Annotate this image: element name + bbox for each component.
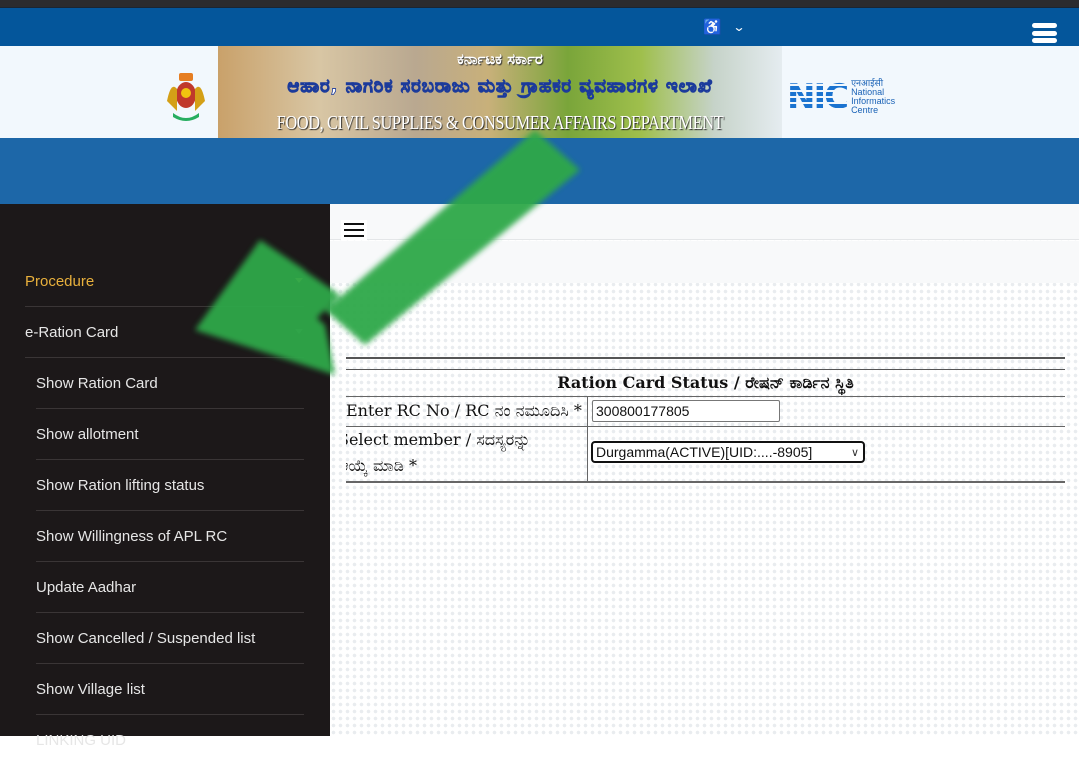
member-label: Select member / ಸದಸ್ಯರನ್ನು ಆಯ್ಕೆ ಮಾಡಿ *	[346, 427, 588, 481]
sidebar-item-linking-uid[interactable]: LINKING UID	[36, 715, 304, 766]
chevron-down-icon: ∨	[850, 447, 859, 459]
sidebar-toggle-icon[interactable]	[341, 220, 367, 240]
sidebar-item-ration-lifting-status[interactable]: Show Ration lifting status	[36, 460, 304, 511]
form-title: Ration Card Status / ರೇಷನ್ ಕಾರ್ಡಿನ ಸ್ಥಿತ…	[346, 370, 1065, 397]
browser-top-strip	[0, 0, 1079, 8]
chevron-down-icon: ⌄	[732, 20, 746, 34]
department-banner: ಕರ್ನಾಟಕ ಸರ್ಕಾರ ಆಹಾರ, ನಾಗರಿಕ ಸರಬರಾಜು ಮತ್ತ…	[218, 46, 782, 138]
blue-band	[0, 138, 1079, 204]
sidebar-item-village-list[interactable]: Show Village list	[36, 664, 304, 715]
rc-number-row: Enter RC No / RC ನಂ ನಮೂದಿಸಿ *	[346, 397, 1065, 427]
navbar-spacer	[330, 241, 1079, 283]
nic-logo-mark: NIC	[787, 77, 849, 117]
content-navbar	[330, 204, 1079, 240]
sidebar-item-show-allotment[interactable]: Show allotment	[36, 409, 304, 460]
accessibility-menu[interactable]: ♿ ⌄	[703, 18, 746, 36]
banner-dept-kannada: ಆಹಾರ, ನಾಗರಿಕ ಸರಬರಾಜು ಮತ್ತು ಗ್ರಾಹಕರ ವ್ಯವಹ…	[287, 76, 713, 98]
rc-number-label: Enter RC No / RC ನಂ ನಮೂದಿಸಿ *	[346, 397, 588, 426]
banner-govt-title: ಕರ್ನಾಟಕ ಸರ್ಕಾರ	[457, 50, 543, 68]
sidebar-item-update-aadhar[interactable]: Update Aadhar	[36, 562, 304, 613]
sidebar-item-show-ration-card[interactable]: Show Ration Card	[36, 358, 304, 409]
divider	[346, 357, 1065, 359]
caret-down-icon	[295, 329, 303, 334]
sidebar-item-willingness-apl-rc[interactable]: Show Willingness of APL RC	[36, 511, 304, 562]
sidebar-item-e-ration-card[interactable]: e-Ration Card	[25, 307, 304, 358]
sidebar-item-procedure[interactable]: Procedure	[25, 256, 304, 307]
karnataka-emblem-icon	[167, 73, 205, 121]
wheelchair-icon: ♿	[703, 19, 722, 36]
hamburger-icon[interactable]	[1032, 23, 1057, 43]
member-row: Select member / ಸದಸ್ಯರನ್ನು ಆಯ್ಕೆ ಮಾಡಿ * …	[346, 427, 1065, 483]
banner-dept-english: FOOD, CIVIL SUPPLIES & CONSUMER AFFAIRS …	[276, 112, 724, 134]
caret-down-icon	[295, 278, 303, 283]
rc-number-input[interactable]	[592, 400, 780, 422]
header-banner-row: ಕರ್ನಾಟಕ ಸರ್ಕಾರ ಆಹಾರ, ನಾಗರಿಕ ಸರಬರಾಜು ಮತ್ತ…	[0, 46, 1079, 138]
nic-logo: NIC एनआईसी National Informatics Centre	[787, 79, 895, 115]
main-content: Ration Card Status / ರೇಷನ್ ಕಾರ್ಡಿನ ಸ್ಥಿತ…	[330, 204, 1079, 736]
sidebar: Procedure e-Ration Card Show Ration Card…	[0, 204, 330, 749]
member-select[interactable]: Durgamma(ACTIVE)[UID:....-8905] ∨	[591, 441, 865, 463]
top-bar: ♿ ⌄	[0, 8, 1079, 46]
sidebar-item-cancelled-suspended-list[interactable]: Show Cancelled / Suspended list	[36, 613, 304, 664]
ration-card-status-form: Ration Card Status / ರೇಷನ್ ಕಾರ್ಡಿನ ಸ್ಥಿತ…	[346, 357, 1065, 483]
nic-logo-text: एनआईसी National Informatics Centre	[851, 78, 896, 115]
